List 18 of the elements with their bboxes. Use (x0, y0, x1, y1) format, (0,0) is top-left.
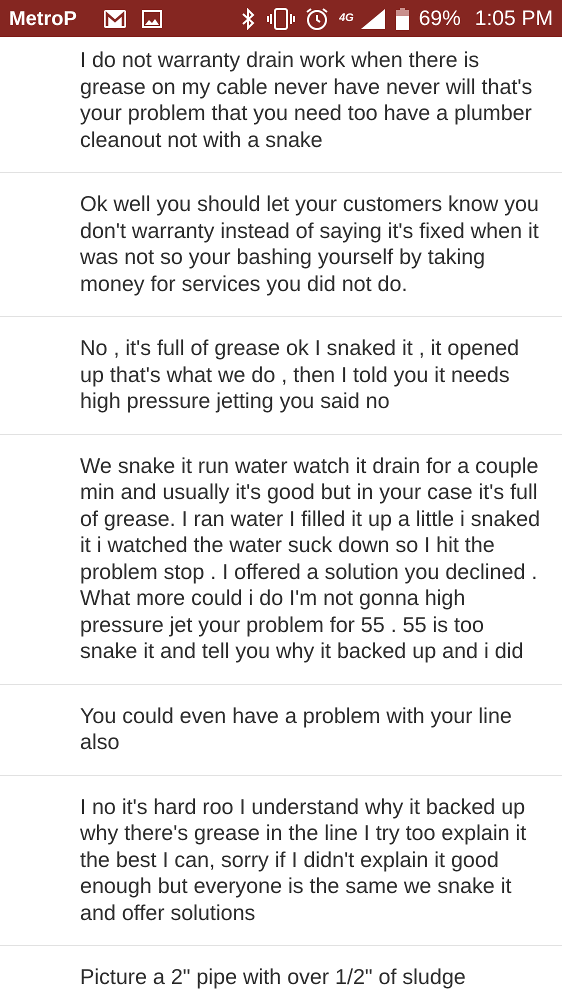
vibrate-icon (267, 8, 296, 30)
message-text: No , it's full of grease ok I snaked it , it opened up that's what we do , then I told you it needs high pressure jetting you said no (80, 335, 520, 414)
battery-percent: 69% (418, 6, 461, 32)
message-text: You could even have a problem with your line also (80, 702, 513, 756)
carrier-name: MetroP (9, 6, 78, 32)
message-text: I do not warranty drain work when there is grease on my cable never have never will that's your problem that you need too have a plumber cleanout not with a snake (80, 47, 534, 153)
bluetooth-icon (241, 8, 256, 30)
network-type: 4G (339, 13, 354, 24)
alarm-icon (305, 6, 330, 30)
mail-icon (103, 8, 127, 28)
message-text: Picture a 2" pipe with over 1/2" of sludge (80, 964, 467, 990)
clock: 1:05 PM (474, 6, 553, 32)
message-text: We snake it run water watch it drain for a couple min and usually it's good but in your case it's full of grease. I ran water I filled it up a little i snaked it i watched the water suck down so I hit the problem stop . I offered a solution you declined . What more could i do I'm not gonna high pressure jet your problem for 55 . 55 is too snake it and tell you why it backed up and i did (80, 452, 542, 664)
message-text: I no it's hard roo I understand why it backed up why there's grease in the line I try too explain it the best I can, sorry if I didn't explain it good enough but everyone is the same we snake it and offer solutions (80, 794, 528, 926)
battery-icon (396, 8, 409, 30)
signal-icon (360, 8, 386, 30)
message-text: Ok well you should let your customers know you don't warranty instead of saying it's fixed when it was not so your bashing yourself by taking money for services you did not do. (80, 191, 540, 297)
image-icon (142, 10, 162, 28)
